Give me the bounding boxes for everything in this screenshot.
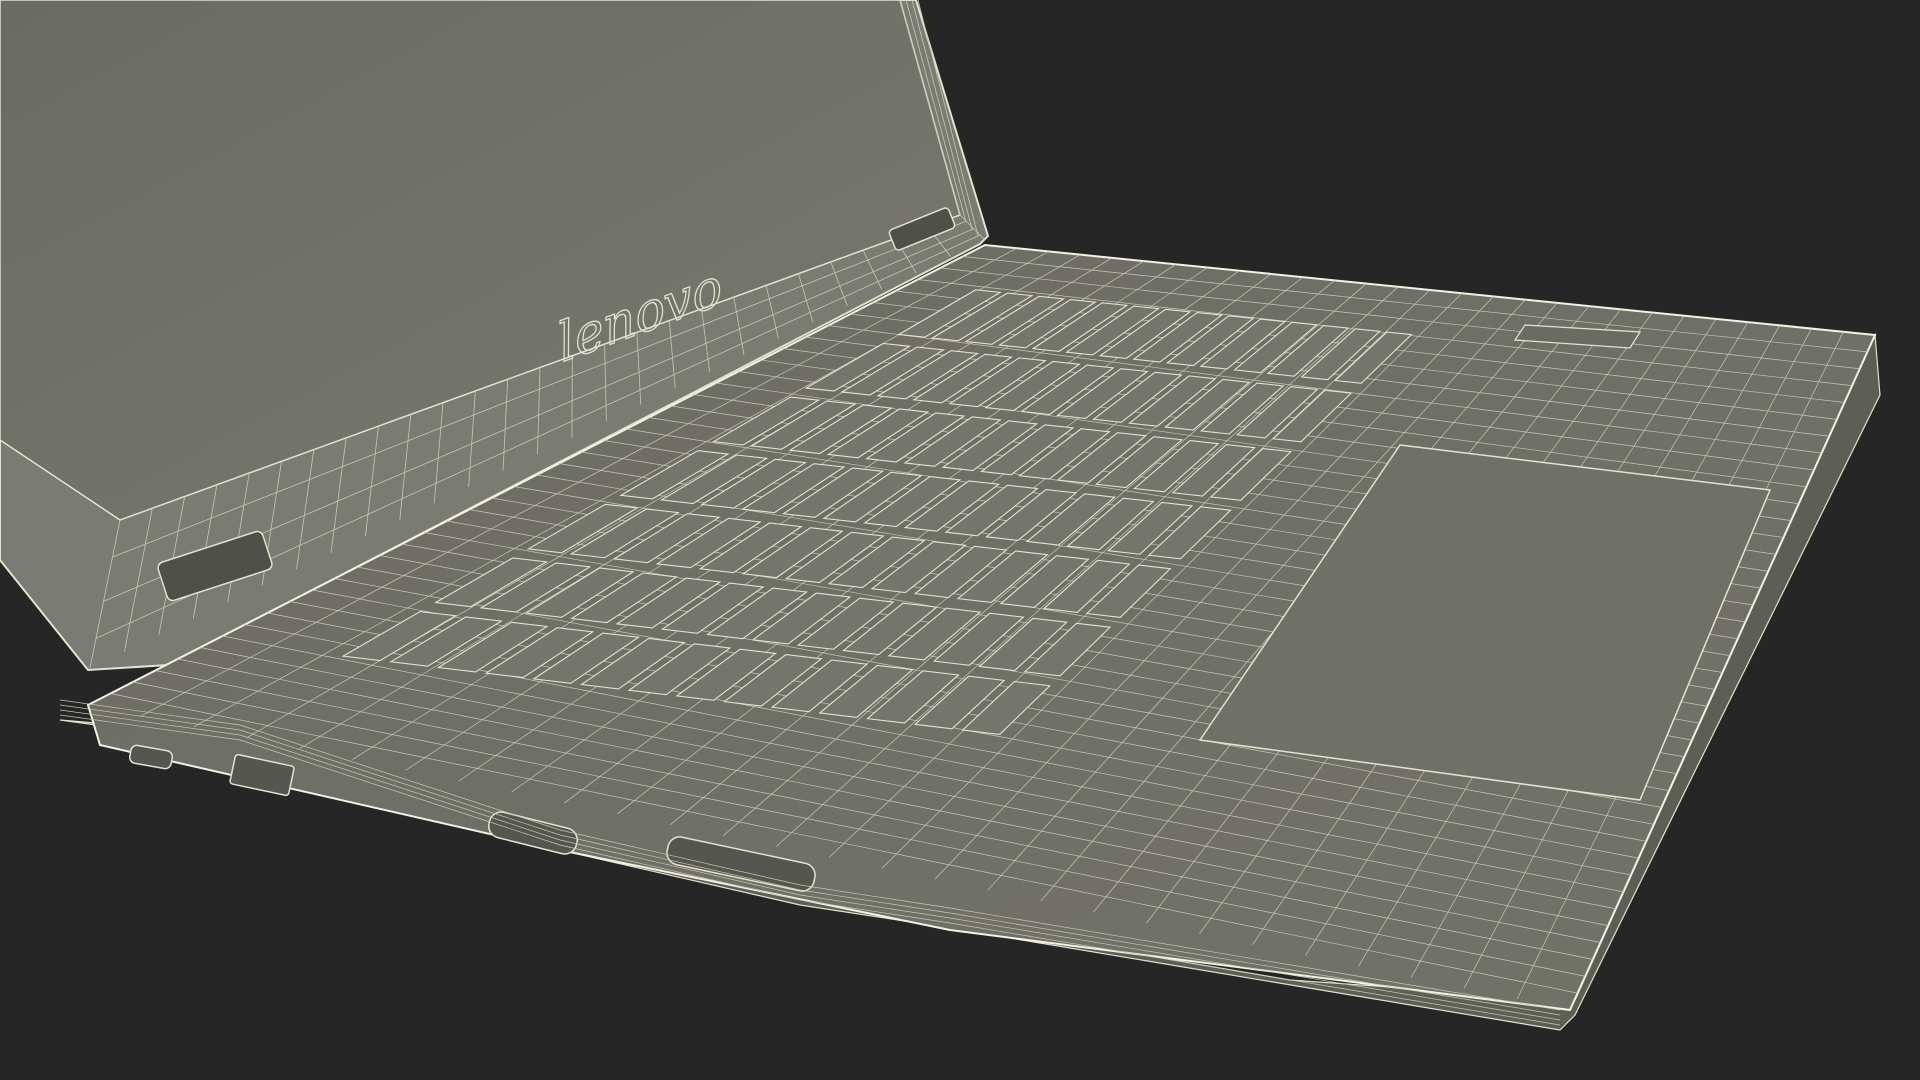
laptop-wireframe-render: lenovo bbox=[0, 0, 1920, 1080]
